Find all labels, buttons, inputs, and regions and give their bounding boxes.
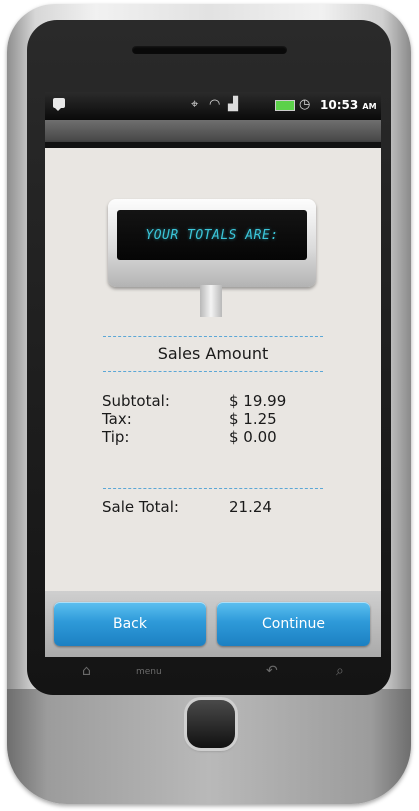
signal-icon: ▟ <box>228 97 238 112</box>
battery-icon <box>275 100 295 111</box>
wifi-icon: ◠ <box>209 97 221 112</box>
hardware-nav-bar: ⌂ menu ↶ ⌕ <box>45 657 381 691</box>
divider <box>103 336 323 337</box>
divider <box>103 488 323 489</box>
display-stand <box>200 285 222 317</box>
optical-trackpad[interactable] <box>187 700 235 748</box>
customer-display: YOUR TOTALS ARE: <box>108 199 316 319</box>
earpiece-speaker <box>132 46 287 54</box>
tip-label: Tip: <box>102 428 130 446</box>
display-text: YOUR TOTALS ARE: <box>117 210 307 260</box>
tax-value: $ 1.25 <box>229 410 277 428</box>
sale-total-value: 21.24 <box>229 498 272 516</box>
back-arrow-icon[interactable]: ↶ <box>266 663 278 679</box>
button-bar: Back Continue <box>45 591 381 657</box>
title-bar <box>45 120 381 148</box>
tax-label: Tax: <box>102 410 132 428</box>
divider <box>103 371 323 372</box>
gps-icon: ⌖ <box>191 97 199 112</box>
sale-total-label: Sale Total: <box>102 498 179 516</box>
status-clock: 10:53 AM <box>320 98 377 112</box>
status-bar: ⌖ ◠ ▟ ◷ 10:53 AM <box>45 92 381 120</box>
alarm-icon: ◷ <box>299 97 311 112</box>
subtotal-value: $ 19.99 <box>229 392 287 410</box>
tip-value: $ 0.00 <box>229 428 277 446</box>
menu-key[interactable]: menu <box>136 667 162 677</box>
message-icon <box>53 98 65 111</box>
home-icon[interactable]: ⌂ <box>82 663 91 679</box>
continue-button[interactable]: Continue <box>217 602 370 646</box>
section-title: Sales Amount <box>157 344 269 363</box>
subtotal-label: Subtotal: <box>102 392 170 410</box>
back-button[interactable]: Back <box>54 602 206 646</box>
phone-screen: ⌖ ◠ ▟ ◷ 10:53 AM YOUR TOTALS ARE: Sales … <box>45 92 381 657</box>
search-icon[interactable]: ⌕ <box>336 663 344 679</box>
display-frame: YOUR TOTALS ARE: <box>108 199 316 287</box>
